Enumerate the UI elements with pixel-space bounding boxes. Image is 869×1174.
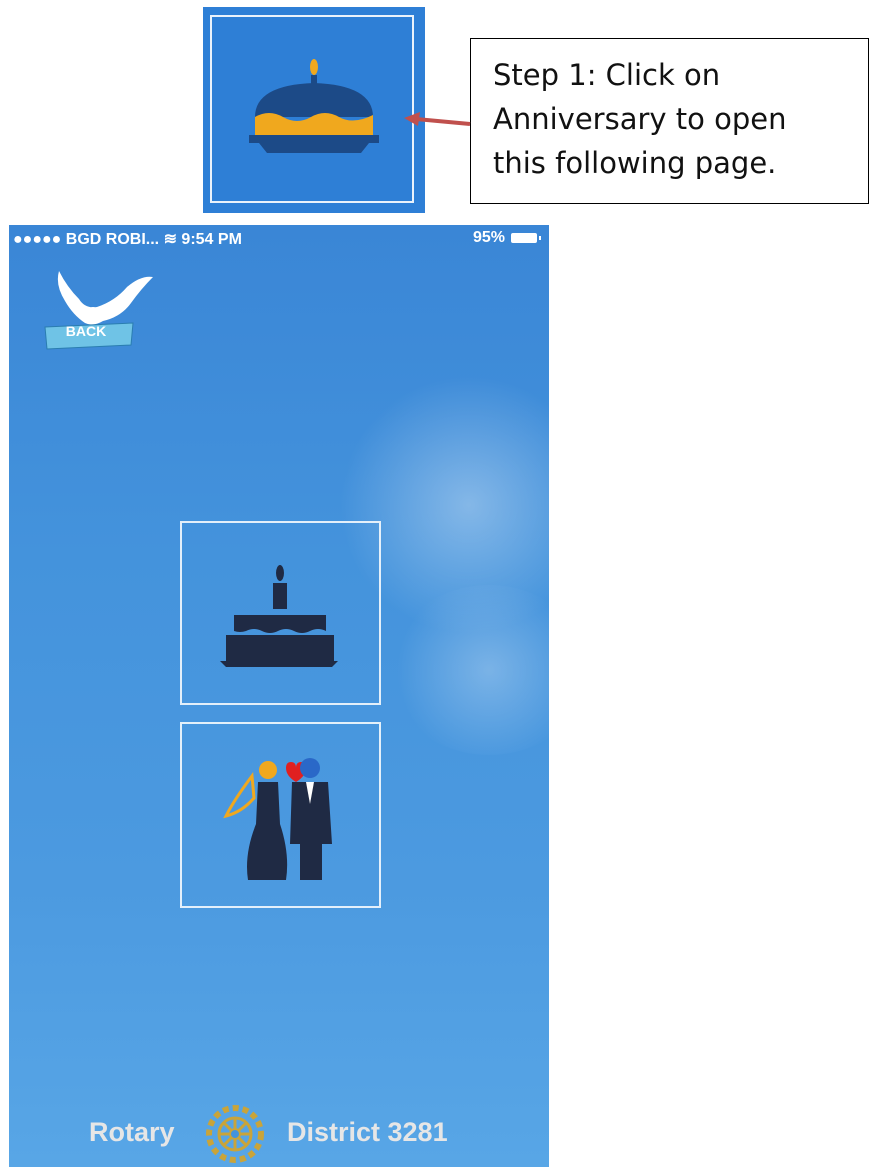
footer-rotary: Rotary [89, 1117, 175, 1147]
phone-screen: ●●●●● BGD ROBI... ≋ 9:54 PM 95% BACK Rot… [9, 225, 549, 1167]
footer-district: District 3281 [287, 1117, 448, 1147]
back-label: BACK [65, 323, 107, 339]
dove-icon [44, 271, 153, 350]
battery-percent: 95% [472, 229, 505, 246]
battery-icon [511, 233, 541, 243]
birthday-tile[interactable] [180, 521, 381, 705]
status-right: 95% [472, 229, 541, 247]
status-left: ●●●●● BGD ROBI... ≋ 9:54 PM [13, 229, 242, 249]
callout-line-2: Anniversary to open [493, 102, 787, 136]
callout-line-3: this following page. [493, 146, 777, 180]
couple-icon [223, 758, 332, 880]
callout-line-1: Step 1: Click on [493, 58, 721, 92]
arrow-left-icon [404, 112, 471, 126]
anniversary-tile-preview[interactable] [203, 7, 425, 213]
footer: Rotary District 3281 [9, 1097, 549, 1167]
callout-text: Step 1: Click on Anniversary to open thi… [493, 53, 853, 185]
cake-icon [220, 565, 338, 667]
wifi-icon: ≋ [163, 231, 182, 248]
instruction-callout: Step 1: Click on Anniversary to open thi… [470, 38, 869, 204]
rotary-wheel-icon [206, 1105, 264, 1163]
back-button[interactable]: BACK [37, 261, 157, 353]
time-label: 9:54 PM [181, 231, 242, 248]
anniversary-tile[interactable] [180, 722, 381, 908]
status-bar: ●●●●● BGD ROBI... ≋ 9:54 PM 95% [9, 225, 549, 251]
carrier-label: ●●●●● BGD ROBI... [13, 231, 160, 248]
cake-icon [249, 59, 379, 153]
